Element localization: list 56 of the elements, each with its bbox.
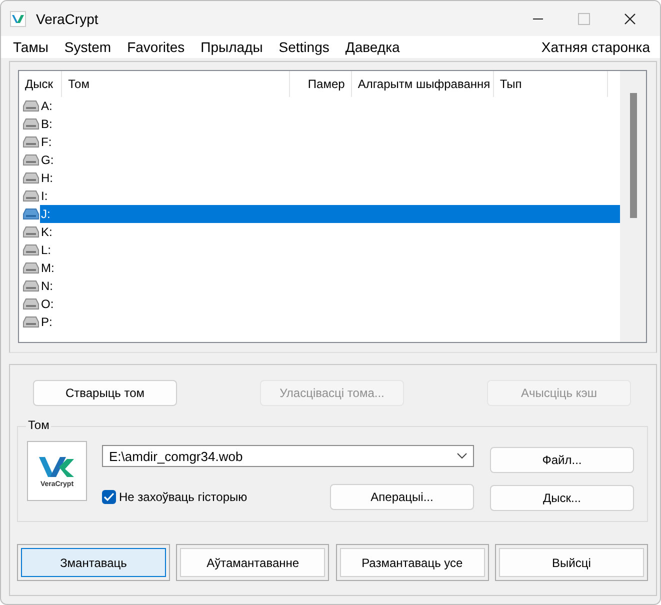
drive-row[interactable]: G: bbox=[40, 151, 620, 169]
drive-row[interactable]: K: bbox=[40, 223, 620, 241]
scrollbar[interactable] bbox=[620, 71, 646, 342]
drive-icon bbox=[23, 190, 39, 202]
drive-icon bbox=[23, 172, 39, 184]
drive-icon bbox=[23, 226, 39, 238]
drive-row[interactable]: I: bbox=[40, 187, 620, 205]
homepage-link[interactable]: Хатняя старонка bbox=[533, 39, 656, 55]
menu-item[interactable]: Favorites bbox=[119, 39, 193, 55]
drive-icon bbox=[23, 100, 39, 112]
main-button[interactable]: Аўтамантаванне bbox=[176, 544, 330, 581]
drive-row[interactable]: P: bbox=[40, 313, 620, 331]
window-title: VeraCrypt bbox=[36, 10, 98, 26]
menu-item[interactable]: System bbox=[56, 39, 120, 55]
drive-icon bbox=[23, 244, 39, 256]
drive-row[interactable]: B: bbox=[40, 115, 620, 133]
app-logo-icon bbox=[10, 10, 26, 26]
main-button[interactable]: Размантаваць усе bbox=[336, 544, 489, 581]
menu-item[interactable]: Даведка bbox=[337, 39, 408, 55]
drive-row[interactable]: A: bbox=[40, 97, 620, 115]
main-button[interactable]: Выйсці bbox=[494, 544, 648, 581]
menu-item[interactable]: Тамы bbox=[5, 39, 56, 55]
drive-row[interactable]: L: bbox=[40, 241, 620, 259]
drive-icon bbox=[23, 316, 39, 328]
drive-row[interactable]: M: bbox=[40, 259, 620, 277]
main-button[interactable]: Змантаваць bbox=[17, 544, 170, 581]
menu-item[interactable]: Settings bbox=[270, 39, 338, 55]
menu-item[interactable]: Прылады bbox=[192, 39, 271, 55]
drive-icon bbox=[23, 208, 39, 220]
group-title: Том bbox=[26, 418, 52, 432]
drive-icon bbox=[23, 298, 39, 310]
close-icon[interactable] bbox=[624, 12, 636, 24]
device-button[interactable]: Дыск... bbox=[490, 485, 634, 511]
drive-icon bbox=[23, 154, 39, 166]
column-header[interactable]: Памер bbox=[290, 71, 352, 97]
file-button[interactable]: Файл... bbox=[490, 447, 634, 473]
drive-icon bbox=[23, 136, 39, 148]
drive-row[interactable]: H: bbox=[40, 169, 620, 187]
veracrypt-logo-icon bbox=[39, 454, 75, 478]
drive-row[interactable]: O: bbox=[40, 295, 620, 313]
column-header[interactable]: Дыск bbox=[19, 71, 62, 97]
volume-path-dropdown[interactable]: E:\amdir_comgr34.wob bbox=[102, 445, 474, 467]
drive-icon bbox=[23, 262, 39, 274]
column-header[interactable]: Том bbox=[62, 71, 290, 97]
operations-button[interactable]: Аперацыі... bbox=[330, 484, 474, 510]
drive-row[interactable]: N: bbox=[40, 277, 620, 295]
drive-row[interactable]: F: bbox=[40, 133, 620, 151]
drive-row[interactable]: J: bbox=[40, 205, 620, 223]
drive-icon bbox=[23, 280, 39, 292]
column-header[interactable]: Алгарытм шыфравання bbox=[352, 71, 494, 97]
chevron-down-icon bbox=[457, 453, 467, 459]
drive-icon bbox=[23, 118, 39, 130]
action-button[interactable]: Стварыць том bbox=[33, 380, 177, 406]
checkbox[interactable] bbox=[102, 490, 116, 504]
column-header[interactable]: Тып bbox=[494, 71, 608, 97]
checkbox-label: Не захоўваць гісторыю bbox=[119, 490, 248, 504]
